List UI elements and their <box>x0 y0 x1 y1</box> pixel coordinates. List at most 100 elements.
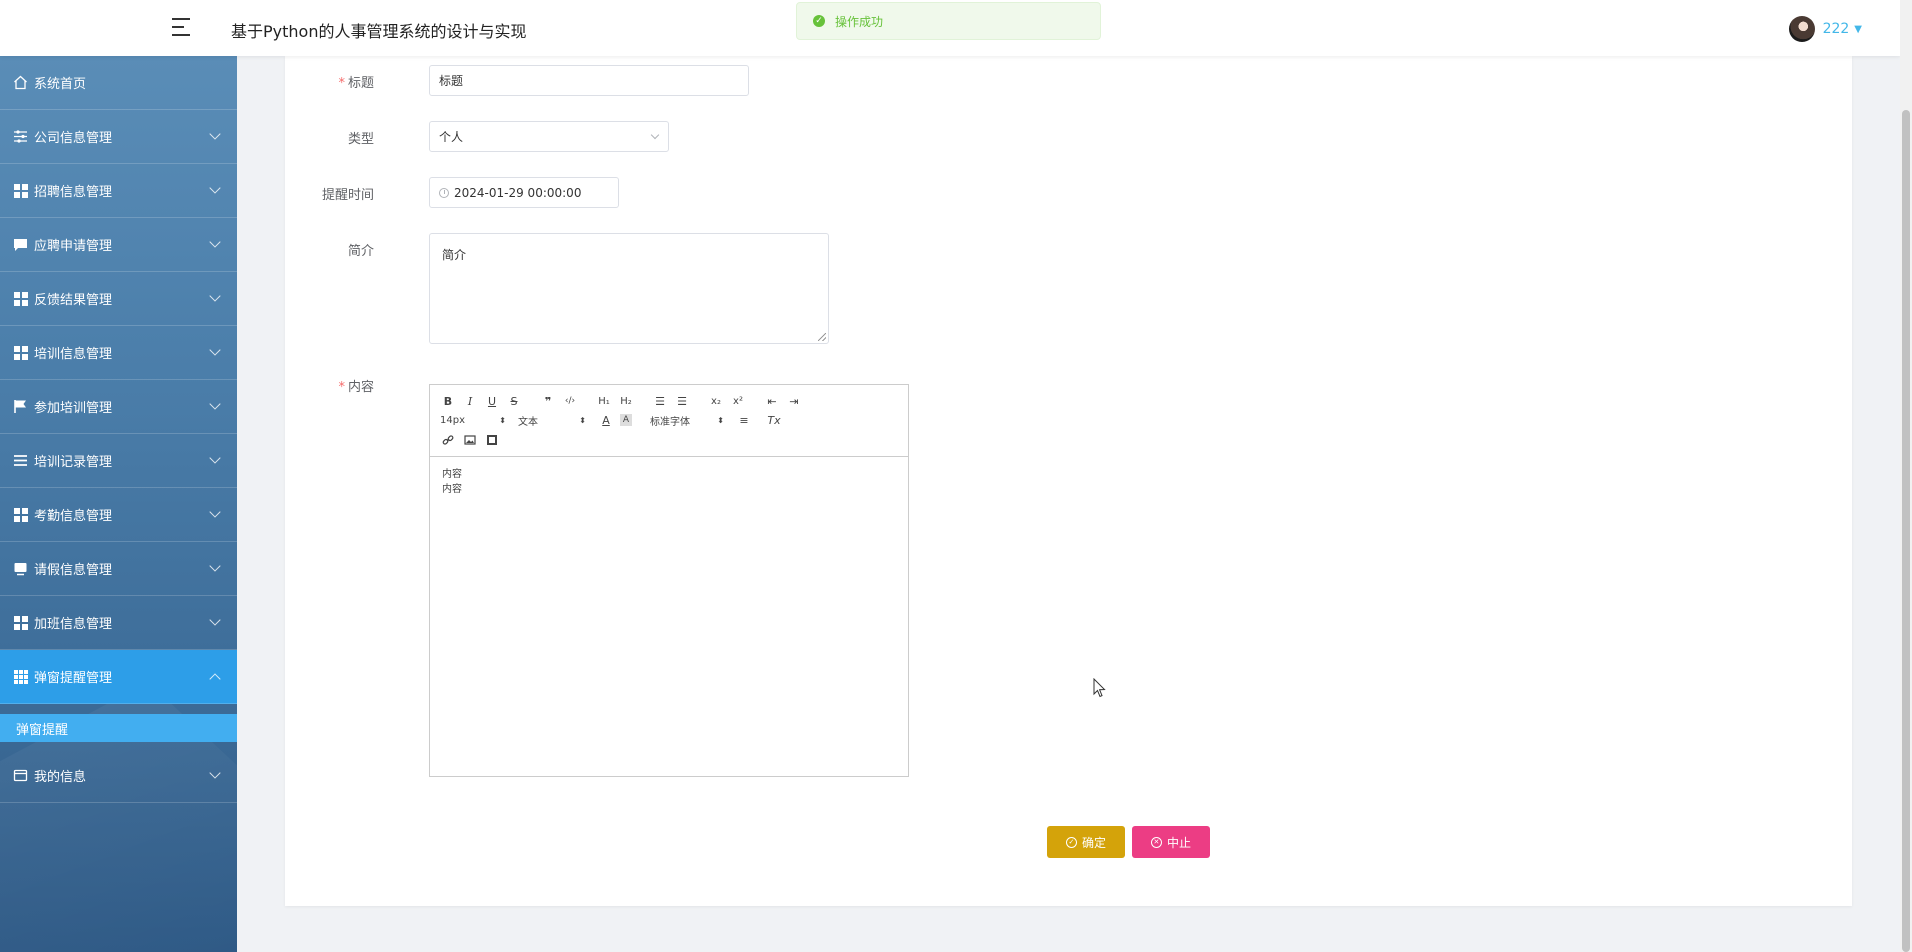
close-circle-icon: ✕ <box>1150 836 1162 848</box>
h1-icon[interactable]: H₁ <box>596 393 612 409</box>
sidebar-item-home[interactable]: 系统首页 <box>0 56 237 110</box>
resize-handle-icon[interactable] <box>818 333 826 341</box>
sidebar-item-attendance[interactable]: 考勤信息管理 <box>0 488 237 542</box>
form-card: * 标题 标题 类型 个人 提醒时间 2024-01-29 00:00:00 简介… <box>285 56 1852 906</box>
sidebar-item-label: 培训信息管理 <box>34 347 113 362</box>
indent-icon[interactable]: ⇥ <box>786 393 802 409</box>
size-select[interactable]: 14px ⬍ <box>440 415 506 426</box>
intro-textarea[interactable]: 简介 <box>429 233 829 344</box>
list-icon <box>13 453 28 468</box>
grid-icon <box>13 345 28 360</box>
chevron-down-icon <box>209 560 221 572</box>
check-circle-icon: ✓ <box>1065 836 1077 848</box>
blockquote-icon[interactable]: ❞ <box>540 393 556 409</box>
clock-icon <box>439 187 449 198</box>
clear-format-icon[interactable]: Tx <box>766 412 782 428</box>
time-value: 2024-01-29 00:00:00 <box>454 185 582 200</box>
chevron-down-icon <box>209 182 221 194</box>
sidebar-item-label: 培训记录管理 <box>34 455 113 470</box>
top-bar: 基于Python的人事管理系统的设计与实现 ✓ 操作成功 222 ▼ <box>0 0 1900 56</box>
success-toast: ✓ 操作成功 <box>796 2 1101 40</box>
link-icon[interactable] <box>440 432 456 448</box>
grid-icon <box>13 183 28 198</box>
outdent-icon[interactable]: ⇤ <box>764 393 780 409</box>
time-label: 提醒时间 <box>321 188 374 203</box>
align-icon[interactable]: ≡ <box>736 412 752 428</box>
sidebar-item-leave[interactable]: 请假信息管理 <box>0 542 237 596</box>
page-scrollbar[interactable] <box>1900 0 1912 952</box>
sidebar-item-training-record[interactable]: 培训记录管理 <box>0 434 237 488</box>
grid-icon <box>13 507 28 522</box>
cancel-button[interactable]: ✕ 中止 <box>1132 826 1210 858</box>
sidebar-item-label: 请假信息管理 <box>34 563 113 578</box>
sidebar-item-label: 公司信息管理 <box>34 131 113 146</box>
chevron-down-icon <box>209 506 221 518</box>
underline-icon[interactable]: U <box>484 393 500 409</box>
h2-icon[interactable]: H₂ <box>618 393 634 409</box>
sidebar: 系统首页 公司信息管理 招聘信息管理 应聘申请管理 反馈结果管理 培训信息管理 … <box>0 56 237 952</box>
sidebar-item-company[interactable]: 公司信息管理 <box>0 110 237 164</box>
sidebar-item-feedback[interactable]: 反馈结果管理 <box>0 272 237 326</box>
rich-text-editor: B I U S ❞ ‹/› H₁ H₂ ☰ ☰ x₂ x² ⇤ ⇥ 14px ⬍ … <box>429 384 909 777</box>
chevron-down-icon <box>209 452 221 464</box>
sidebar-item-label: 反馈结果管理 <box>34 293 113 308</box>
menu-toggle-icon[interactable] <box>172 16 194 38</box>
flag-icon <box>13 399 28 414</box>
font-color-icon[interactable]: A <box>598 412 614 428</box>
sidebar-item-recruit[interactable]: 招聘信息管理 <box>0 164 237 218</box>
video-icon[interactable] <box>484 432 500 448</box>
monitor-icon <box>13 561 28 576</box>
editor-content[interactable]: 内容 内容 <box>430 457 908 507</box>
italic-icon[interactable]: I <box>462 393 478 409</box>
avatar <box>1788 16 1815 42</box>
confirm-button[interactable]: ✓ 确定 <box>1047 826 1125 858</box>
card-icon <box>13 768 28 783</box>
user-menu[interactable]: 222 ▼ <box>1788 16 1862 42</box>
type-select-value: 个人 <box>439 130 464 144</box>
title-input[interactable]: 标题 <box>429 65 749 96</box>
chevron-down-icon <box>209 128 221 140</box>
chevron-up-icon <box>209 673 221 685</box>
strike-icon[interactable]: S <box>506 393 522 409</box>
sidebar-item-overtime[interactable]: 加班信息管理 <box>0 596 237 650</box>
background-color-icon[interactable]: A <box>620 414 632 426</box>
font-select[interactable]: 标准字体 ⬍ <box>650 413 724 428</box>
sidebar-item-profile[interactable]: 我的信息 <box>0 749 237 803</box>
bold-icon[interactable]: B <box>440 393 456 409</box>
type-select[interactable]: 个人 <box>429 121 669 152</box>
mouse-cursor-icon <box>1093 678 1106 698</box>
chevron-down-icon <box>209 398 221 410</box>
sidebar-subitem-popup[interactable]: 弹窗提醒 <box>0 714 237 742</box>
sidebar-item-label: 系统首页 <box>34 77 87 92</box>
sidebar-item-label: 弹窗提醒管理 <box>34 671 113 686</box>
title-label: * 标题 <box>338 76 374 91</box>
check-icon: ✓ <box>813 15 825 27</box>
type-label: 类型 <box>347 132 374 147</box>
cancel-label: 中止 <box>1166 835 1191 850</box>
chevron-down-icon <box>209 236 221 248</box>
bullet-list-icon[interactable]: ☰ <box>674 393 690 409</box>
code-icon[interactable]: ‹/› <box>562 393 578 409</box>
editor-toolbar: B I U S ❞ ‹/› H₁ H₂ ☰ ☰ x₂ x² ⇤ ⇥ 14px ⬍ … <box>430 385 908 457</box>
superscript-icon[interactable]: x² <box>730 393 746 409</box>
chevron-down-icon <box>209 767 221 779</box>
grid-icon <box>13 291 28 306</box>
subscript-icon[interactable]: x₂ <box>708 393 724 409</box>
sidebar-item-label: 考勤信息管理 <box>34 509 113 524</box>
sidebar-item-popup[interactable]: 弹窗提醒管理 <box>0 650 237 704</box>
intro-value: 简介 <box>442 248 467 262</box>
scrollbar-thumb[interactable] <box>1902 110 1910 952</box>
home-icon <box>13 75 28 90</box>
image-icon[interactable] <box>462 432 478 448</box>
app-title: 基于Python的人事管理系统的设计与实现 <box>231 22 527 41</box>
sidebar-item-label: 参加培训管理 <box>34 401 113 416</box>
sidebar-item-label: 加班信息管理 <box>34 617 113 632</box>
sidebar-item-application[interactable]: 应聘申请管理 <box>0 218 237 272</box>
heading-select[interactable]: 文本 ⬍ <box>518 413 586 428</box>
time-picker[interactable]: 2024-01-29 00:00:00 <box>429 177 619 208</box>
chevron-down-icon <box>209 290 221 302</box>
ordered-list-icon[interactable]: ☰ <box>652 393 668 409</box>
sidebar-item-training[interactable]: 培训信息管理 <box>0 326 237 380</box>
sliders-icon <box>13 129 28 144</box>
sidebar-item-join-training[interactable]: 参加培训管理 <box>0 380 237 434</box>
